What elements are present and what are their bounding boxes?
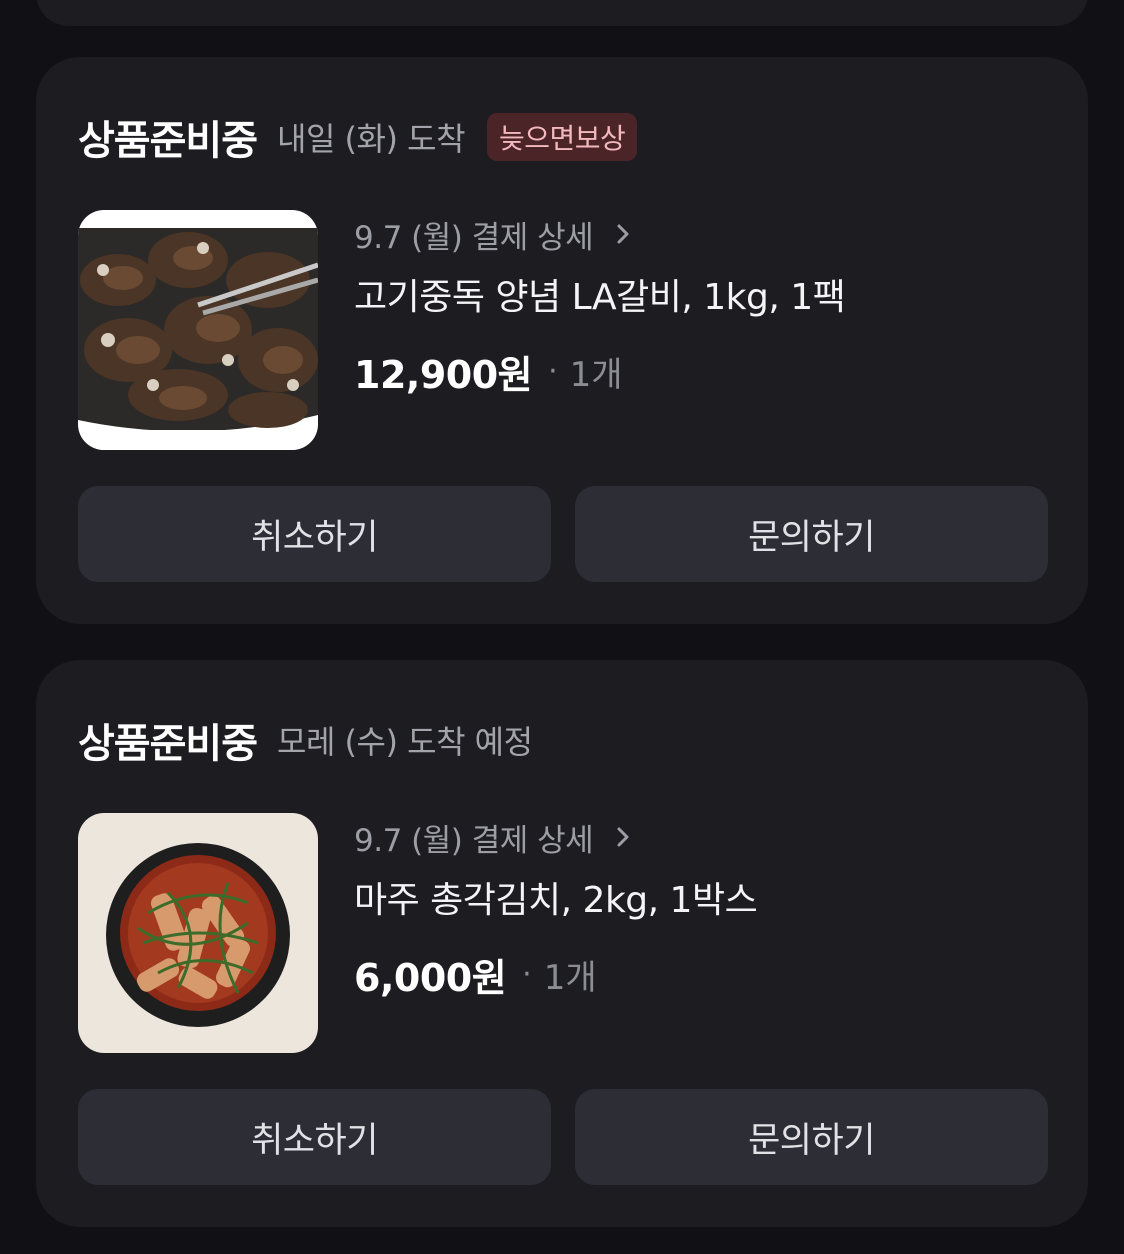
product-price: 12,900원 (354, 352, 533, 397)
product-price: 6,000원 (354, 955, 507, 1000)
product-info: 9.7 (월) 결제 상세 마주 총각김치, 2kg, 1박스 6,000원 ·… (354, 812, 1054, 1002)
delivery-eta: 내일 (화) 도착 (277, 120, 466, 158)
chevron-right-icon (617, 827, 629, 847)
payment-detail-label: 9.7 (월) 결제 상세 (354, 219, 594, 256)
late-compensation-badge: 늦으면보상 (487, 113, 638, 161)
la-galbi-photo-icon (78, 210, 318, 450)
product-name[interactable]: 마주 총각김치, 2kg, 1박스 (354, 876, 1054, 926)
order-header: 상품준비중 내일 (화) 도착 늦으면보상 (78, 109, 638, 165)
order-card: 상품준비중 모레 (수) 도착 예정 9.7 (월) 결제 상세 마주 총각김치… (36, 660, 1088, 1227)
chonggak-kimchi-photo-icon (78, 813, 318, 1053)
payment-detail-link[interactable]: 9.7 (월) 결제 상세 (354, 812, 1054, 862)
inquiry-button[interactable]: 문의하기 (575, 1089, 1048, 1185)
order-status: 상품준비중 (78, 118, 258, 164)
product-thumbnail[interactable] (78, 813, 318, 1053)
delivery-eta: 모레 (수) 도착 예정 (277, 723, 533, 761)
payment-detail-label: 9.7 (월) 결제 상세 (354, 822, 594, 859)
product-quantity: 1개 (543, 957, 597, 998)
product-thumbnail[interactable] (78, 210, 318, 450)
cancel-button[interactable]: 취소하기 (78, 1089, 551, 1185)
separator-dot: · (548, 353, 558, 389)
price-row: 6,000원 · 1개 (354, 946, 1054, 1002)
price-row: 12,900원 · 1개 (354, 343, 1054, 399)
order-header: 상품준비중 모레 (수) 도착 예정 (78, 712, 533, 768)
inquiry-button[interactable]: 문의하기 (575, 486, 1048, 582)
payment-detail-link[interactable]: 9.7 (월) 결제 상세 (354, 209, 1054, 259)
chevron-right-icon (617, 224, 629, 244)
product-name[interactable]: 고기중독 양념 LA갈비, 1kg, 1팩 (354, 273, 1054, 323)
separator-dot: · (522, 956, 532, 992)
cancel-button[interactable]: 취소하기 (78, 486, 551, 582)
order-status: 상품준비중 (78, 721, 258, 767)
product-info: 9.7 (월) 결제 상세 고기중독 양념 LA갈비, 1kg, 1팩 12,9… (354, 209, 1054, 399)
product-quantity: 1개 (569, 354, 623, 395)
order-card: 상품준비중 내일 (화) 도착 늦으면보상 9.7 (월) 결제 상세 고기중독… (36, 57, 1088, 624)
previous-order-card (36, 0, 1088, 26)
